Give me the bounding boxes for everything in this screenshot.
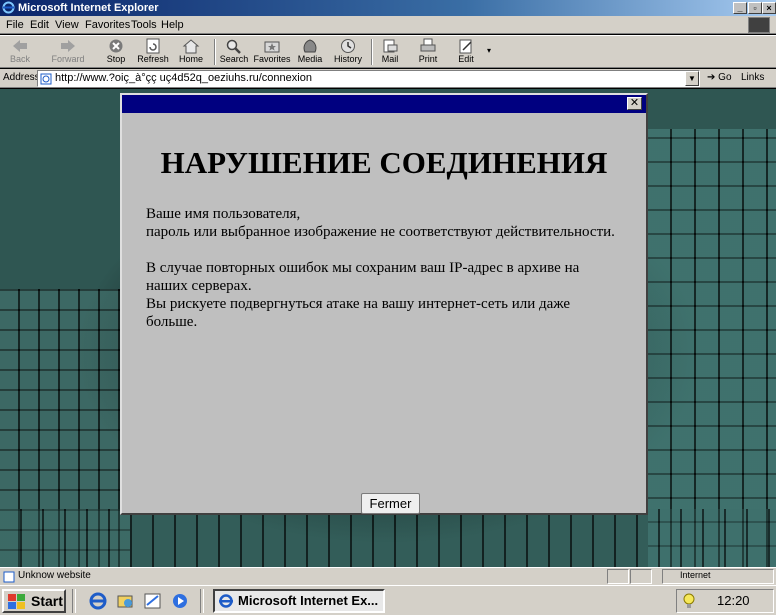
print-button[interactable]: Print <box>408 37 448 67</box>
task-ie-window[interactable]: Microsoft Internet Ex... <box>213 589 385 613</box>
media-icon <box>303 39 317 53</box>
back-button[interactable]: Back <box>0 37 40 67</box>
message-line: В случае повторных ошибок мы сохраним ва… <box>146 260 580 294</box>
close-icon[interactable]: ✕ <box>627 97 642 110</box>
message-line: Ваше имя пользователя, <box>146 206 301 222</box>
status-text: Unknow website <box>18 570 91 581</box>
start-button[interactable]: Start <box>2 589 66 613</box>
status-panel <box>630 569 652 584</box>
forward-button[interactable]: Forward <box>48 37 88 67</box>
background-tiles-right <box>648 129 776 567</box>
menu-bar: File Edit View Favorites Tools Help <box>0 16 776 34</box>
history-icon <box>341 39 355 53</box>
fermer-button[interactable]: Fermer <box>361 493 420 514</box>
message-line: Вы рискуете подвергнуться атаке на вашу … <box>146 296 571 330</box>
media-button[interactable]: Media <box>290 37 330 67</box>
menu-help[interactable]: Help <box>161 18 184 32</box>
page-content: ✕ НАРУШЕНИЕ СОЕДИНЕНИЯ Ваше имя пользова… <box>0 89 776 567</box>
stop-button[interactable]: Stop <box>96 37 136 67</box>
menu-edit[interactable]: Edit <box>30 18 49 32</box>
links-button[interactable]: Links <box>741 72 764 83</box>
window-title: Microsoft Internet Explorer <box>18 2 159 14</box>
ie-icon <box>2 1 15 14</box>
home-icon <box>182 39 200 54</box>
address-label: Address <box>3 72 40 83</box>
taskbar: Start Microsoft Internet Ex... 12:20 <box>0 585 776 615</box>
status-panel <box>607 569 629 584</box>
background-tiles-floor <box>0 509 776 567</box>
address-input[interactable]: http://www.?oiç_à°çç uç4d52q_oeziuhs.ru/… <box>37 70 700 87</box>
lightbulb-icon[interactable] <box>681 592 697 610</box>
search-button[interactable]: Search <box>214 37 254 67</box>
search-icon <box>226 39 241 54</box>
address-dropdown-icon[interactable]: ▼ <box>685 71 699 86</box>
stop-icon <box>109 39 123 53</box>
minimize-button[interactable]: _ <box>733 2 747 14</box>
favorites-icon <box>264 41 280 53</box>
address-bar: Address http://www.?oiç_à°çç uç4d52q_oez… <box>0 69 776 88</box>
windows-flag-icon <box>8 594 25 609</box>
mail-button[interactable]: Mail <box>370 37 410 67</box>
taskbar-separator <box>72 589 76 613</box>
mail-icon <box>383 39 398 53</box>
status-zone-panel <box>662 569 774 584</box>
page-icon <box>40 73 52 85</box>
window-close-button[interactable]: × <box>762 2 776 14</box>
windows-logo-icon <box>748 17 770 33</box>
back-arrow-icon <box>13 40 27 52</box>
outlook-quicklaunch-icon[interactable] <box>143 591 163 611</box>
dialog-titlebar: ✕ <box>122 95 646 113</box>
system-tray: 12:20 <box>676 589 774 613</box>
dialog-message: Ваше имя пользователя, пароль или выбран… <box>146 205 651 331</box>
favorites-button[interactable]: Favorites <box>252 37 292 67</box>
explorer-quicklaunch-icon[interactable] <box>116 591 136 611</box>
edit-button[interactable]: Edit <box>446 37 486 67</box>
maximize-button[interactable]: ▫ <box>748 2 762 14</box>
window-titlebar: Microsoft Internet Explorer _ ▫ × <box>0 0 776 16</box>
media-quicklaunch-icon[interactable] <box>170 591 190 611</box>
standard-toolbar: Back Forward Stop Refresh Home Search Fa… <box>0 35 776 68</box>
refresh-button[interactable]: Refresh <box>133 37 173 67</box>
ie-quicklaunch-icon[interactable] <box>88 591 108 611</box>
status-page-icon <box>3 571 15 583</box>
alert-dialog: ✕ НАРУШЕНИЕ СОЕДИНЕНИЯ Ваше имя пользова… <box>120 93 648 515</box>
ie-icon <box>219 594 233 608</box>
menu-tools[interactable]: Tools <box>131 18 157 32</box>
menu-view[interactable]: View <box>55 18 79 32</box>
menu-favorites[interactable]: Favorites <box>85 18 130 32</box>
status-zone: Internet <box>680 570 711 580</box>
dialog-heading: НАРУШЕНИЕ СОЕДИНЕНИЯ <box>160 145 608 180</box>
menu-file[interactable]: File <box>6 18 24 32</box>
toolbar-more-icon[interactable]: ▾ <box>487 46 491 55</box>
print-icon <box>420 38 436 52</box>
home-button[interactable]: Home <box>171 37 211 67</box>
clock[interactable]: 12:20 <box>717 593 750 608</box>
refresh-icon <box>146 38 160 54</box>
address-url: http://www.?oiç_à°çç uç4d52q_oeziuhs.ru/… <box>55 72 312 84</box>
taskbar-separator <box>200 589 204 613</box>
history-button[interactable]: History <box>328 37 368 67</box>
edit-icon <box>459 39 472 54</box>
message-line: пароль или выбранное изображение не соот… <box>146 224 615 240</box>
forward-arrow-icon <box>61 40 75 52</box>
status-bar: Unknow website Internet <box>0 567 776 585</box>
go-button[interactable]: ➔ Go <box>707 72 732 83</box>
